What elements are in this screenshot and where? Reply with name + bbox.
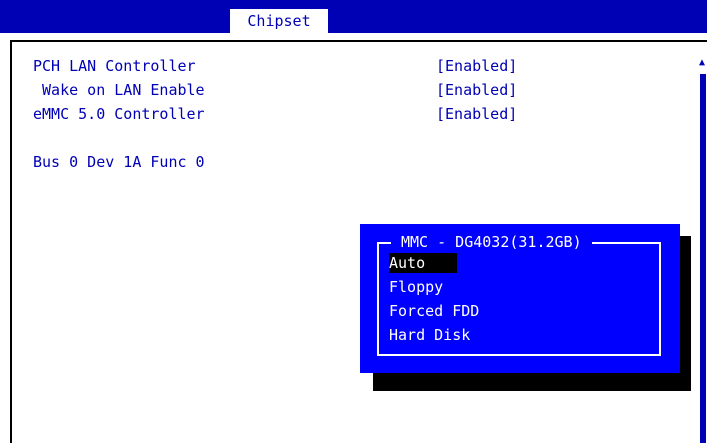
setting-value-mmc-device[interactable]: [Auto] [436,176,490,196]
setting-label-wake-on-lan-enable[interactable]: Wake on LAN Enable [33,80,205,100]
section-label-bus-dev-func: Bus 0 Dev 1A Func 0 [33,153,205,171]
tab-chipset[interactable]: Chipset [230,9,328,33]
setting-value-emmc-controller[interactable]: [Enabled] [436,104,517,124]
scrollbar-thumb[interactable] [700,74,706,443]
triangle-up-icon[interactable]: ▲ [697,58,707,68]
popup-title: MMC - DG4032(31.2GB) [391,232,592,252]
top-bar: Chipset [0,0,707,33]
setting-value-pch-lan-controller[interactable]: [Enabled] [436,56,517,76]
popup-option-floppy[interactable]: Floppy [389,277,443,297]
setting-value-wake-on-lan-enable[interactable]: [Enabled] [436,80,517,100]
options-popup: MMC - DG4032(31.2GB) Auto Floppy Forced … [360,224,680,373]
setting-label-emmc-controller[interactable]: eMMC 5.0 Controller [33,104,205,124]
frame-left-border [10,40,12,443]
frame-top-border [10,40,707,42]
setting-label-mmc-device[interactable]: MMC - DG4032(31.2GB) [33,176,214,196]
popup-option-auto[interactable]: Auto [389,253,457,273]
popup-option-hard-disk[interactable]: Hard Disk [389,325,470,345]
popup-option-forced-fdd[interactable]: Forced FDD [389,301,479,321]
setting-label-pch-lan-controller[interactable]: PCH LAN Controller [33,56,196,76]
